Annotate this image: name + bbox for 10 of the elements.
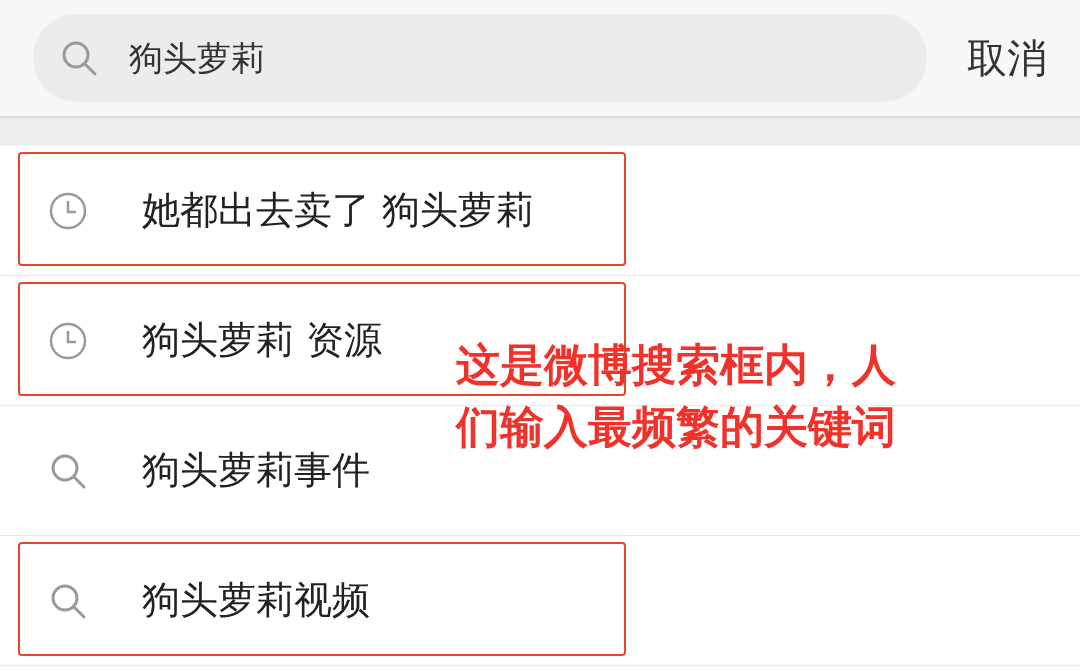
suggestion-text[interactable]: 狗头萝莉 资源: [142, 312, 383, 369]
search-field[interactable]: 狗头萝莉: [33, 14, 927, 102]
suggestion-text[interactable]: 狗头萝莉事件: [142, 442, 370, 499]
cancel-button[interactable]: 取消: [967, 28, 1047, 88]
clock-icon: [48, 320, 88, 361]
search-value: 狗头萝莉: [129, 36, 265, 80]
suggestion-text[interactable]: 她都出去卖了 狗头萝莉: [142, 182, 535, 239]
annotation-text: 们输入最频繁的关键词: [456, 400, 896, 454]
clock-icon: [48, 190, 88, 231]
suggestion-text[interactable]: 狗头萝莉视频: [142, 572, 370, 629]
